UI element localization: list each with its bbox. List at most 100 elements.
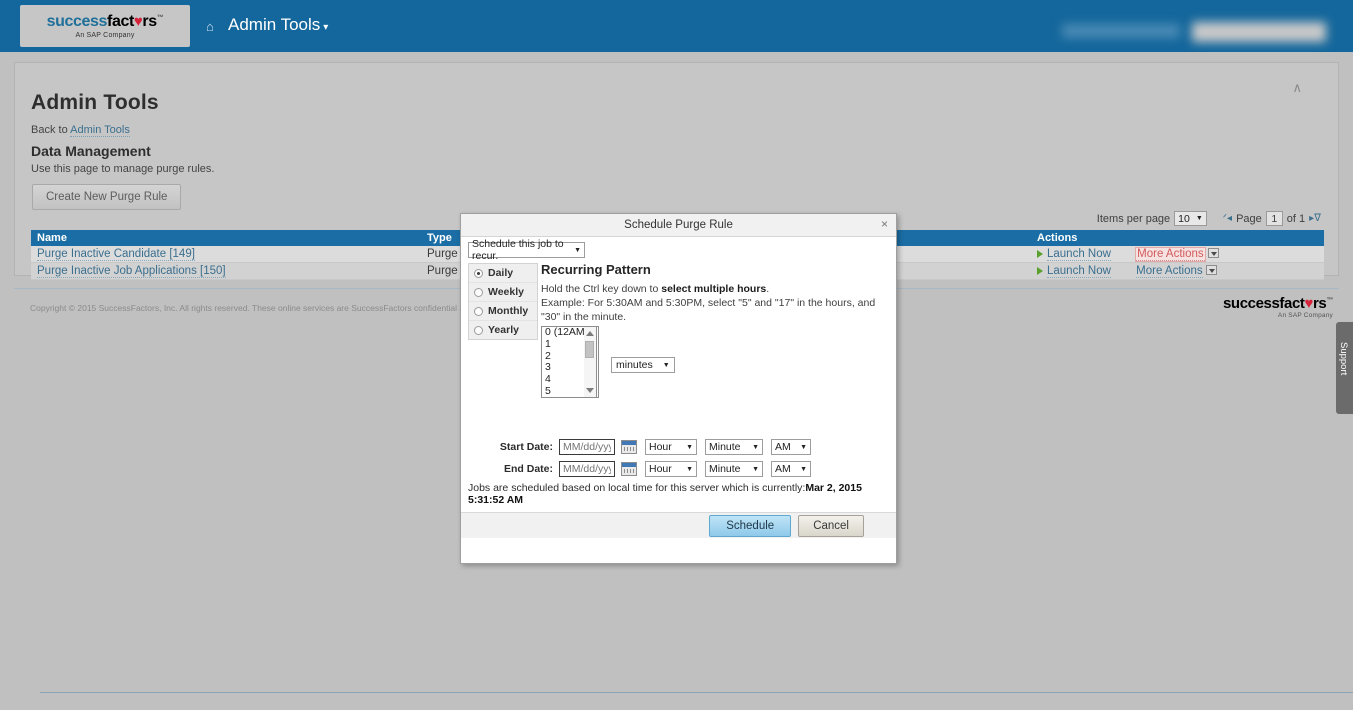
play-icon — [1037, 266, 1043, 275]
items-per-page-value: 10 — [1178, 212, 1190, 225]
redacted-search-box — [1192, 22, 1326, 42]
start-minute-select[interactable]: Minute ▼ — [705, 439, 763, 455]
more-actions-link[interactable]: More Actions — [1136, 265, 1203, 278]
radio-label-daily: Daily — [488, 267, 514, 279]
page-number-input[interactable]: 1 — [1265, 211, 1283, 226]
purge-rule-link[interactable]: Purge Inactive Job Applications [150] — [37, 265, 226, 278]
chevron-up-icon[interactable]: ∧ — [1292, 81, 1302, 94]
dialog-header: Schedule Purge Rule × — [461, 214, 896, 237]
breadcrumb-link-admin-tools[interactable]: Admin Tools — [70, 124, 130, 137]
help-line1-prefix: Hold the Ctrl key down to — [541, 283, 662, 295]
radio-label-monthly: Monthly — [488, 305, 529, 317]
chevron-down-icon: ▼ — [574, 246, 581, 254]
calendar-icon[interactable] — [621, 440, 637, 454]
more-actions-link[interactable]: More Actions — [1135, 247, 1206, 262]
calendar-icon[interactable] — [621, 462, 637, 476]
end-minute-select[interactable]: Minute ▼ — [705, 461, 763, 477]
dropdown-arrow-icon[interactable] — [1205, 264, 1217, 275]
start-date-input[interactable] — [559, 439, 615, 455]
footer-brand-tagline: An SAP Company — [1277, 312, 1333, 319]
breadcrumb-prefix: Back to — [31, 124, 68, 136]
total-pages-label: of 1 — [1286, 212, 1306, 225]
column-header-actions[interactable]: Actions — [1031, 230, 1324, 246]
items-per-page-select[interactable]: 10 ▼ — [1174, 211, 1207, 226]
start-minute-value: Minute — [709, 441, 741, 453]
scroll-up-icon[interactable] — [586, 331, 594, 336]
recurring-pattern-help: Hold the Ctrl key down to select multipl… — [541, 282, 886, 325]
radio-label-weekly: Weekly — [488, 286, 524, 298]
cell-name: Purge Inactive Candidate [149] — [31, 246, 421, 263]
brand-word-fact: fact — [107, 12, 134, 30]
radio-icon — [474, 287, 483, 297]
recurring-pattern-title: Recurring Pattern — [541, 262, 651, 277]
chevron-down-icon: ▼ — [686, 443, 693, 451]
purge-rule-link[interactable]: Purge Inactive Candidate [149] — [37, 248, 195, 261]
home-icon[interactable]: ⌂ — [206, 20, 214, 33]
launch-now-link[interactable]: Launch Now — [1047, 248, 1111, 261]
column-header-name[interactable]: Name — [31, 230, 421, 246]
start-hour-select[interactable]: Hour ▼ — [645, 439, 697, 455]
create-new-purge-rule-button[interactable]: Create New Purge Rule — [32, 184, 182, 210]
end-hour-select[interactable]: Hour ▼ — [645, 461, 697, 477]
section-subtitle: Use this page to manage purge rules. — [31, 163, 215, 175]
cancel-button[interactable]: Cancel — [798, 514, 864, 537]
hours-listbox-scrollbar[interactable] — [584, 326, 597, 398]
radio-icon-selected — [474, 268, 483, 278]
scroll-down-icon[interactable] — [586, 388, 594, 393]
server-note-prefix: Jobs are scheduled based on local time f… — [468, 482, 806, 494]
successfactors-logo[interactable]: successfact♥rs™ An SAP Company — [20, 5, 190, 47]
chevron-down-icon: ▼ — [686, 465, 693, 473]
minutes-select[interactable]: minutes ▼ — [611, 357, 675, 373]
dropdown-arrow-icon[interactable] — [1207, 247, 1219, 258]
top-navigation-bar: successfact♥rs™ An SAP Company ⌂ Admin T… — [0, 0, 1353, 52]
end-ampm-select[interactable]: AM ▼ — [771, 461, 811, 477]
dialog-body: Schedule this job to recur. ▼ Daily Week… — [461, 237, 896, 538]
start-hour-value: Hour — [649, 441, 672, 453]
nav-menu-admin-tools[interactable]: Admin Tools ▾ — [228, 16, 328, 33]
start-ampm-select[interactable]: AM ▼ — [771, 439, 811, 455]
launch-now-link[interactable]: Launch Now — [1047, 265, 1111, 278]
cell-actions: Launch Now More Actions — [1031, 262, 1324, 280]
radio-option-yearly[interactable]: Yearly — [469, 321, 537, 339]
recurrence-mode-value: Schedule this job to recur. — [472, 238, 564, 262]
support-tab-label: Support — [1338, 342, 1349, 376]
radio-option-daily[interactable]: Daily — [469, 264, 537, 283]
schedule-button[interactable]: Schedule — [709, 514, 792, 537]
server-time-note: Jobs are scheduled based on local time f… — [468, 482, 893, 506]
first-page-icon[interactable]: ᐟ◂ — [1223, 213, 1232, 224]
section-title: Data Management — [31, 143, 151, 159]
redacted-user-text — [1062, 24, 1180, 38]
cell-name: Purge Inactive Job Applications [150] — [31, 262, 421, 280]
brand-tagline: An SAP Company — [75, 31, 135, 39]
schedule-purge-rule-dialog: Schedule Purge Rule × Schedule this job … — [460, 213, 897, 564]
end-date-label: End Date: — [503, 463, 553, 475]
chevron-down-icon: ▼ — [662, 361, 670, 369]
cell-actions: Launch Now More Actions — [1031, 246, 1324, 263]
brand-word-success: success — [46, 12, 108, 30]
play-icon — [1037, 249, 1043, 258]
chevron-down-icon: ▼ — [752, 465, 759, 473]
brand-word-rs: rs — [142, 12, 157, 30]
footer-brand-wordmark: successfact♥rs™ — [1223, 296, 1333, 311]
dialog-footer: Schedule Cancel — [461, 512, 896, 538]
last-page-icon[interactable]: ▸ᐁ — [1309, 213, 1321, 224]
bottom-divider — [40, 692, 1353, 693]
page-title: Admin Tools — [31, 91, 159, 114]
trademark-symbol: ™ — [1326, 297, 1333, 304]
start-date-label: Start Date: — [499, 441, 553, 453]
close-icon[interactable]: × — [881, 218, 888, 230]
scrollbar-thumb[interactable] — [585, 341, 594, 358]
support-tab[interactable]: Support — [1336, 322, 1353, 414]
heart-icon: ♥ — [1304, 295, 1313, 312]
end-hour-value: Hour — [649, 463, 672, 475]
end-date-input[interactable] — [559, 461, 615, 477]
trademark-symbol: ™ — [156, 14, 164, 22]
recurrence-mode-select[interactable]: Schedule this job to recur. ▼ — [468, 238, 585, 262]
radio-option-weekly[interactable]: Weekly — [469, 283, 537, 302]
radio-option-monthly[interactable]: Monthly — [469, 302, 537, 321]
help-line1-suffix: . — [766, 283, 770, 295]
radio-label-yearly: Yearly — [488, 324, 519, 336]
end-ampm-value: AM — [775, 463, 791, 475]
brand-wordmark: successfact♥rs™ — [46, 12, 164, 30]
minutes-select-value: minutes — [616, 359, 653, 371]
